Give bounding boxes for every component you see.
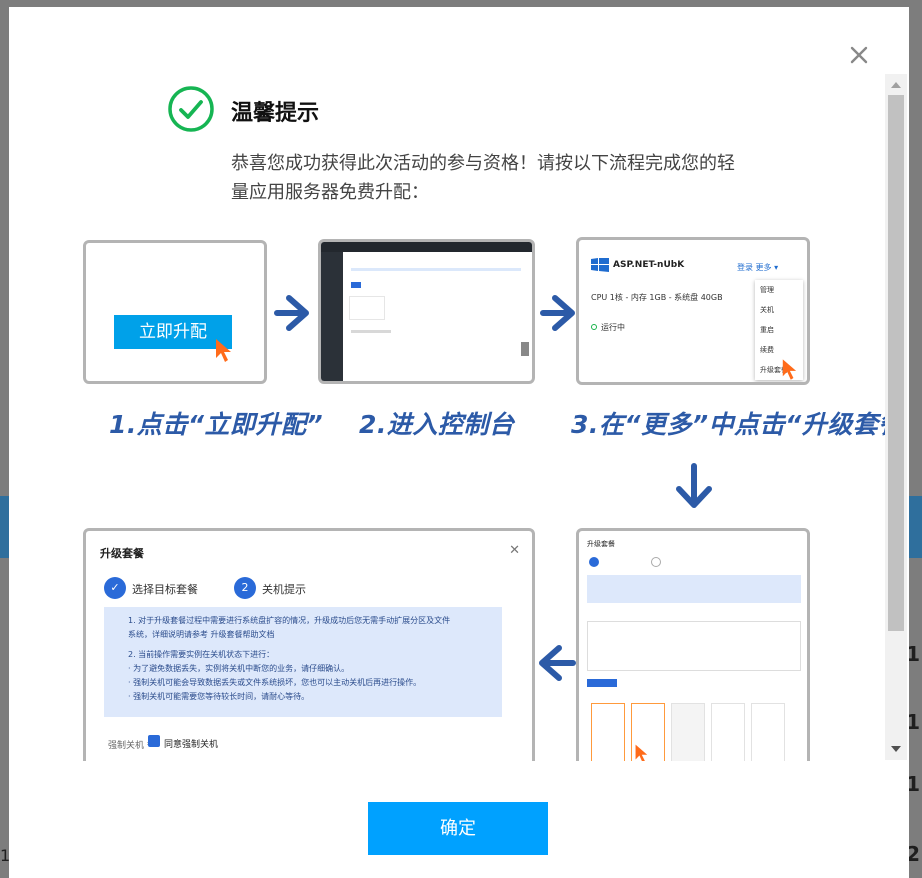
- windows-icon: [591, 258, 609, 272]
- scroll-up-icon[interactable]: [891, 82, 901, 88]
- step-text: 选择目标套餐: [132, 583, 198, 596]
- status-dot-icon: [591, 324, 597, 330]
- cursor-icon: [216, 339, 231, 362]
- arrow-left-icon: [539, 645, 576, 681]
- close-icon: ✕: [509, 543, 520, 558]
- server-links: 登录 更多 ▾: [737, 263, 779, 272]
- info-box: 1. 对于升级套餐过程中需要进行系统盘扩容的情况，升级成功后您无需手动扩展分区及…: [104, 607, 502, 717]
- cursor-icon: [782, 359, 797, 380]
- cursor-icon: [635, 744, 648, 761]
- menu-item: 关机: [760, 306, 774, 314]
- dialog-message: 恭喜您成功获得此次活动的参与资格！请按以下流程完成您的轻量应用服务器免费升配：: [231, 153, 735, 203]
- step2-label: 2.进入控制台: [359, 410, 515, 439]
- console-sidebar: [321, 252, 343, 381]
- arrow-right-icon: [274, 295, 309, 331]
- step-text: 关机提示: [262, 583, 306, 596]
- scroll-thumb[interactable]: [888, 95, 904, 631]
- step3-image: ASP.NET-nUbK 登录 更多 ▾ CPU 1核 - 内存 1GB - 系…: [576, 237, 810, 385]
- server-spec: CPU 1核 - 内存 1GB - 系统盘 40GB: [591, 293, 723, 302]
- confirm-button[interactable]: 确定: [368, 802, 548, 855]
- menu-item: 重启: [760, 326, 774, 334]
- step-check-icon: ✓: [104, 577, 126, 599]
- dialog-scroll-content[interactable]: 温馨提示 恭喜您成功获得此次活动的参与资格！请按以下流程完成您的轻量应用服务器免…: [9, 73, 907, 761]
- arrow-down-icon: [676, 463, 712, 508]
- arrow-right-icon: [540, 295, 575, 331]
- check-circle-icon: [168, 86, 214, 132]
- scroll-down-icon[interactable]: [891, 746, 901, 752]
- close-icon[interactable]: [847, 43, 871, 67]
- step4-image: 升级套餐 ✕ ✓ 选择目标套餐 2 关机提示 1. 对于升级套餐过程中需要进行系…: [83, 528, 535, 761]
- step3-label: 3.在“更多”中点击“升级套餐”: [571, 410, 907, 439]
- scrollbar[interactable]: [885, 74, 907, 760]
- step2-image: [318, 239, 535, 384]
- force-shutdown-label: 强制关机 *: [108, 741, 152, 751]
- step1-image: 立即升配: [83, 240, 267, 384]
- server-name: ASP.NET-nUbK: [613, 260, 685, 270]
- step1-label: 1.点击“立即升配”: [109, 410, 324, 439]
- tip-dialog: 温馨提示 恭喜您成功获得此次活动的参与资格！请按以下流程完成您的轻量应用服务器免…: [9, 7, 909, 878]
- server-status: 运行中: [601, 323, 625, 332]
- menu-item: 续费: [760, 346, 774, 354]
- step-number: 2: [234, 577, 256, 599]
- step4-preview-image: 升级套餐: [576, 528, 810, 761]
- menu-item: 管理: [760, 286, 774, 294]
- upgrade-dialog-title: 升级套餐: [100, 547, 144, 560]
- force-shutdown-text: 同意强制关机: [164, 740, 219, 750]
- dialog-title: 温馨提示: [231, 101, 320, 126]
- checkbox-icon: [148, 735, 160, 747]
- console-topbar: [321, 242, 532, 252]
